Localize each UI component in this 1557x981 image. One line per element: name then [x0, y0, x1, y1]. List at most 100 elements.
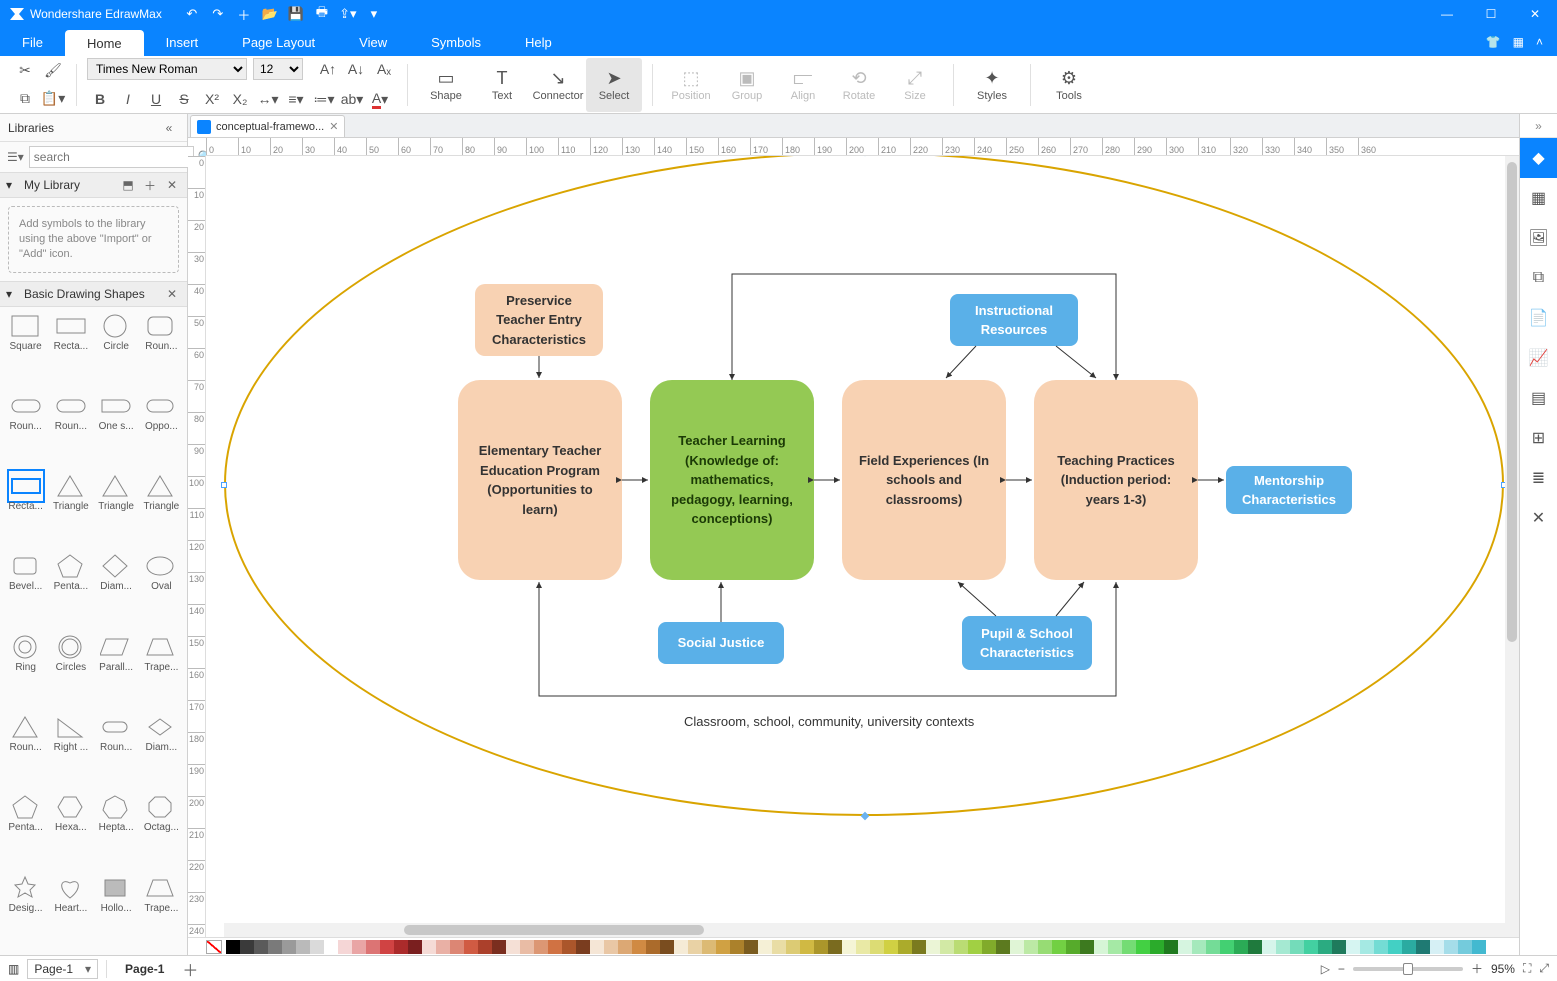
color-swatch[interactable]	[632, 940, 646, 954]
import-icon[interactable]: ⬒	[119, 178, 137, 192]
bullets-button[interactable]: ≔▾	[311, 86, 337, 112]
color-swatch[interactable]	[1458, 940, 1472, 954]
font-name-select[interactable]: Times New Roman	[87, 58, 247, 80]
presentation-icon[interactable]: ▷	[1321, 962, 1330, 976]
decrease-font-button[interactable]: A↓	[343, 56, 369, 82]
shape-item[interactable]: Recta...	[4, 471, 47, 527]
shape-item[interactable]: Triangle	[95, 471, 138, 527]
color-swatch[interactable]	[1332, 940, 1346, 954]
new-button[interactable]: ＋	[232, 2, 256, 26]
color-swatch[interactable]	[408, 940, 422, 954]
color-swatch[interactable]	[702, 940, 716, 954]
redo-button[interactable]: ↷	[206, 2, 230, 26]
close-button[interactable]: ✕	[1513, 0, 1557, 28]
color-swatch[interactable]	[534, 940, 548, 954]
shape-item[interactable]: One s...	[95, 391, 138, 447]
color-swatch[interactable]	[814, 940, 828, 954]
color-swatch[interactable]	[590, 940, 604, 954]
canvas[interactable]: Preservice Teacher Entry Characteristics…	[206, 156, 1519, 937]
tools-button[interactable]: ⚙Tools	[1041, 58, 1097, 112]
shape-item[interactable]: Ring	[4, 632, 47, 688]
qat-more-button[interactable]: ▾	[362, 2, 386, 26]
paste-button[interactable]: 📋▾	[40, 86, 66, 112]
color-swatch[interactable]	[394, 940, 408, 954]
color-swatch[interactable]	[1374, 940, 1388, 954]
color-swatch[interactable]	[1346, 940, 1360, 954]
color-swatch[interactable]	[954, 940, 968, 954]
node-instructional[interactable]: Instructional Resources	[950, 294, 1078, 346]
color-swatch[interactable]	[324, 940, 338, 954]
zoom-slider[interactable]	[1353, 967, 1463, 971]
color-swatch[interactable]	[1220, 940, 1234, 954]
node-mentorship[interactable]: Mentorship Characteristics	[1226, 466, 1352, 514]
color-swatch[interactable]	[506, 940, 520, 954]
color-swatch[interactable]	[268, 940, 282, 954]
shape-item[interactable]: Parall...	[95, 632, 138, 688]
color-swatch[interactable]	[1080, 940, 1094, 954]
color-swatch[interactable]	[226, 940, 240, 954]
color-swatch[interactable]	[800, 940, 814, 954]
tab-symbols[interactable]: Symbols	[409, 28, 503, 56]
document-tab[interactable]: conceptual-framewo... ✕	[190, 115, 345, 137]
select-tool-button[interactable]: ➤Select	[586, 58, 642, 112]
color-swatch[interactable]	[520, 940, 534, 954]
table-icon[interactable]: ▤	[1520, 378, 1557, 418]
tab-help[interactable]: Help	[503, 28, 574, 56]
scrollbar-vertical[interactable]	[1505, 156, 1519, 937]
color-swatch[interactable]	[996, 940, 1010, 954]
color-swatch[interactable]	[898, 940, 912, 954]
color-swatch[interactable]	[1066, 940, 1080, 954]
node-field[interactable]: Field Experiences (In schools and classr…	[842, 380, 1006, 580]
chevron-down-icon[interactable]: ▾	[6, 178, 20, 192]
shape-item[interactable]: Desig...	[4, 873, 47, 929]
shape-item[interactable]: Trape...	[140, 632, 183, 688]
shape-item[interactable]: Hepta...	[95, 792, 138, 848]
chevron-down-icon[interactable]: ▾	[6, 287, 20, 301]
superscript-button[interactable]: X²	[199, 86, 225, 112]
position-button[interactable]: ⬚Position	[663, 58, 719, 112]
align-button[interactable]: ⫍Align	[775, 58, 831, 112]
color-swatch[interactable]	[380, 940, 394, 954]
shape-item[interactable]: Oppo...	[140, 391, 183, 447]
search-input[interactable]	[29, 146, 194, 168]
shape-item[interactable]: Roun...	[4, 391, 47, 447]
color-swatch[interactable]	[1192, 940, 1206, 954]
minimize-button[interactable]: —	[1425, 0, 1469, 28]
connector-tool-button[interactable]: ↘Connector	[530, 58, 586, 112]
shape-item[interactable]: Hexa...	[49, 792, 92, 848]
page-tab[interactable]: Page-1	[115, 960, 174, 978]
node-social[interactable]: Social Justice	[658, 622, 784, 664]
color-swatch[interactable]	[422, 940, 436, 954]
shape-tool-button[interactable]: ▭Shape	[418, 58, 474, 112]
color-swatch[interactable]	[744, 940, 758, 954]
color-swatch[interactable]	[1472, 940, 1486, 954]
shape-item[interactable]: Bevel...	[4, 551, 47, 607]
undo-button[interactable]: ↶	[180, 2, 204, 26]
apps-icon[interactable]: ▦	[1513, 35, 1524, 49]
color-swatch[interactable]	[562, 940, 576, 954]
close-section-icon[interactable]: ✕	[163, 287, 181, 301]
zoom-out-button[interactable]: −	[1338, 962, 1345, 976]
italic-button[interactable]: I	[115, 86, 141, 112]
add-icon[interactable]: ＋	[141, 177, 159, 194]
node-preservice[interactable]: Preservice Teacher Entry Characteristics	[475, 284, 603, 356]
color-swatch[interactable]	[492, 940, 506, 954]
shape-item[interactable]: Roun...	[140, 311, 183, 367]
color-swatch[interactable]	[758, 940, 772, 954]
color-swatch[interactable]	[1318, 940, 1332, 954]
layers-icon[interactable]: ⧉	[1520, 258, 1557, 298]
subscript-button[interactable]: X₂	[227, 86, 253, 112]
color-swatch[interactable]	[436, 940, 450, 954]
color-swatch[interactable]	[870, 940, 884, 954]
color-swatch[interactable]	[310, 940, 324, 954]
color-swatch[interactable]	[366, 940, 380, 954]
color-swatch[interactable]	[352, 940, 366, 954]
color-swatch[interactable]	[828, 940, 842, 954]
tab-insert[interactable]: Insert	[144, 28, 221, 56]
color-swatch[interactable]	[716, 940, 730, 954]
line-spacing-button[interactable]: ≡▾	[283, 86, 309, 112]
color-swatch[interactable]	[464, 940, 478, 954]
tab-page-layout[interactable]: Page Layout	[220, 28, 337, 56]
selection-handle[interactable]	[221, 482, 227, 488]
color-swatch[interactable]	[1360, 940, 1374, 954]
